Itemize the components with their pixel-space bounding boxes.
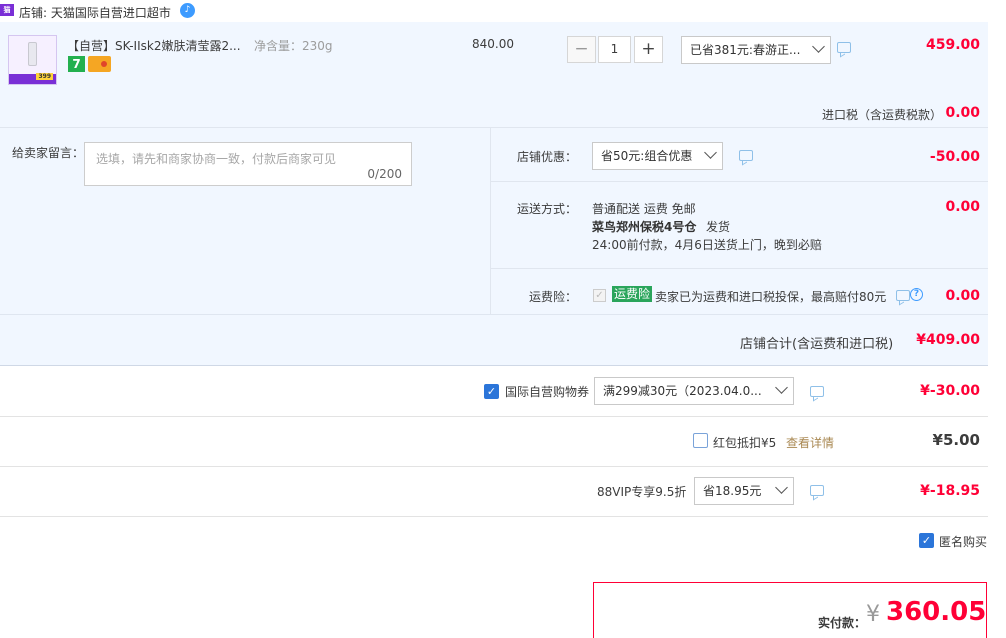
unit-price: 840.00 bbox=[472, 37, 514, 51]
quantity-input[interactable]: 1 bbox=[598, 36, 631, 63]
payment-total-box: 实付款： ¥ 360.05 bbox=[593, 582, 987, 638]
thumbnail-price-badge: 399 bbox=[36, 73, 53, 80]
order-options: 给卖家留言： 选填，请先和商家协商一致，付款后商家可见 0/200 店铺优惠： … bbox=[0, 128, 988, 366]
shop-discount-value-text: 省50元:组合优惠 bbox=[601, 149, 693, 163]
redpacket-row: 红包抵扣¥5 查看详情 ¥5.00 bbox=[0, 417, 988, 467]
wangwang-chat-icon[interactable]: ♪ bbox=[180, 3, 195, 18]
payment-amount: 360.05 bbox=[886, 597, 987, 627]
coupon-row: ✓ 国际自营购物券 满299减30元（2023.04.0... ¥-30.00 bbox=[0, 367, 988, 417]
coupon-select[interactable]: 满299减30元（2023.04.0... bbox=[594, 377, 794, 405]
coupon-label: 国际自营购物券 bbox=[505, 385, 590, 399]
anonymous-label: 匿名购买 bbox=[939, 535, 988, 549]
anonymous-checkbox[interactable]: ✓ bbox=[919, 533, 934, 548]
vip-amount: ¥-18.95 bbox=[920, 483, 980, 499]
column-divider bbox=[490, 128, 491, 314]
row-divider bbox=[491, 268, 988, 269]
item-promotion-value: 已省381元:春游正... bbox=[690, 43, 801, 57]
redpacket-amount: ¥5.00 bbox=[932, 431, 980, 449]
import-tax-value: 0.00 bbox=[945, 105, 980, 121]
row-divider bbox=[0, 314, 988, 315]
coupon-checkbox[interactable]: ✓ bbox=[484, 384, 499, 399]
chevron-down-icon bbox=[775, 481, 788, 494]
shop-discount-label: 店铺优惠： bbox=[517, 150, 578, 164]
product-bottle-image bbox=[28, 42, 37, 66]
store-header: 猫 店铺: 天猫国际自营进口超市 ♪ bbox=[0, 0, 1006, 22]
shipping-dispatch: 发货 bbox=[706, 220, 731, 234]
item-subtotal: 459.00 bbox=[925, 37, 980, 53]
seller-message-input[interactable]: 选填，请先和商家协商一致，付款后商家可见 0/200 bbox=[84, 142, 412, 186]
promotion-info-icon[interactable] bbox=[837, 42, 851, 53]
insurance-chat-icon[interactable] bbox=[896, 290, 910, 301]
message-char-count: 0/200 bbox=[367, 167, 402, 181]
tmall-badge-icon: 猫 bbox=[0, 4, 14, 16]
payment-currency: ¥ bbox=[866, 602, 880, 627]
item-promotion-select[interactable]: 已省381元:春游正... bbox=[681, 36, 831, 64]
message-placeholder: 选填，请先和商家协商一致，付款后商家可见 bbox=[96, 152, 337, 166]
chevron-down-icon bbox=[775, 381, 788, 394]
shipping-eta: 24:00前付款，4月6日送货上门，晚到必赔 bbox=[592, 238, 822, 252]
shop-total-value: ¥409.00 bbox=[916, 332, 980, 348]
row-divider bbox=[491, 181, 988, 182]
quantity-increase-button[interactable]: + bbox=[634, 36, 663, 63]
store-name[interactable]: 店铺: 天猫国际自营进口超市 bbox=[19, 4, 171, 21]
anonymous-row: ✓ 匿名购买 bbox=[0, 517, 988, 567]
cart-item: 399 【自营】SK-IIsk2嫩肤清莹露2... 净含量：230g 7 840… bbox=[0, 22, 988, 128]
redpacket-details-link[interactable]: 查看详情 bbox=[786, 434, 834, 451]
vip-row: 88VIP专享9.5折 省18.95元 ¥-18.95 bbox=[0, 467, 988, 517]
shipping-method: 普通配送 运费 免邮 bbox=[592, 202, 696, 216]
coupon-amount: ¥-30.00 bbox=[920, 383, 980, 399]
product-title-link[interactable]: 【自营】SK-IIsk2嫩肤清莹露2... bbox=[67, 37, 241, 54]
insurance-label: 运费险： bbox=[529, 290, 578, 304]
shop-discount-select[interactable]: 省50元:组合优惠 bbox=[592, 142, 723, 170]
shipping-warehouse: 菜鸟郑州保税4号仓 bbox=[592, 220, 697, 234]
vip-select[interactable]: 省18.95元 bbox=[694, 477, 794, 505]
payment-label: 实付款： bbox=[818, 616, 867, 630]
coupon-select-value: 满299减30元（2023.04.0... bbox=[603, 384, 762, 398]
vip-info-icon[interactable] bbox=[810, 485, 824, 496]
wallet-icon bbox=[88, 56, 111, 72]
quantity-decrease-button[interactable]: − bbox=[567, 36, 596, 63]
redpacket-label: 红包抵扣¥5 bbox=[713, 436, 777, 450]
chevron-down-icon bbox=[704, 146, 717, 159]
vip-select-value: 省18.95元 bbox=[703, 484, 762, 498]
coupon-info-icon[interactable] bbox=[810, 386, 824, 397]
message-label: 给卖家留言： bbox=[12, 146, 85, 160]
chevron-down-icon bbox=[812, 40, 825, 53]
shipping-fee: 0.00 bbox=[945, 199, 980, 215]
insurance-checkbox: ✓ bbox=[593, 289, 606, 302]
shipping-label: 运送方式： bbox=[517, 202, 578, 216]
vip-label: 88VIP专享9.5折 bbox=[597, 485, 687, 499]
shop-total-label: 店铺合计(含运费和进口税) bbox=[740, 337, 894, 352]
product-thumbnail[interactable]: 399 bbox=[8, 35, 57, 85]
seven-day-return-icon: 7 bbox=[68, 56, 85, 72]
discount-info-icon[interactable] bbox=[739, 150, 753, 161]
insurance-tag: 运费险 bbox=[612, 286, 653, 302]
insurance-text: 卖家已为运费和进口税投保，最高赔付80元 bbox=[655, 290, 887, 304]
product-sku: 净含量：230g bbox=[254, 39, 333, 53]
shop-discount-amount: -50.00 bbox=[929, 149, 980, 165]
redpacket-checkbox[interactable] bbox=[693, 433, 708, 448]
insurance-value: 0.00 bbox=[945, 288, 980, 304]
